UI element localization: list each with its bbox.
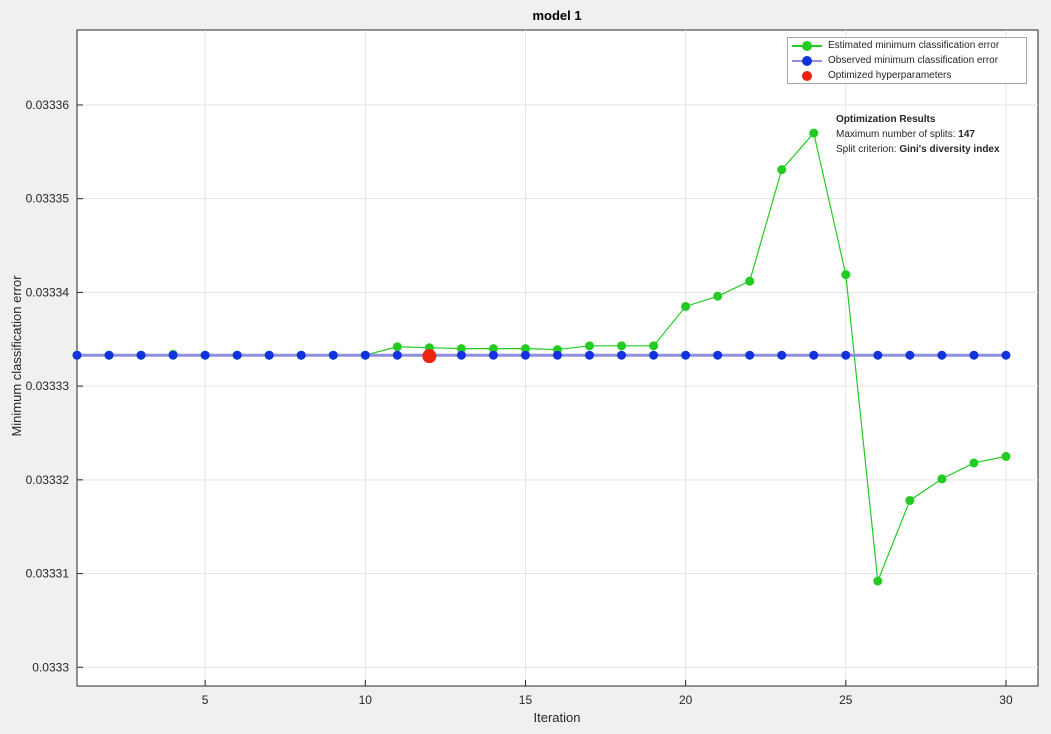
legend-item-optimized: Optimized hyperparameters bbox=[788, 69, 1026, 83]
observed-point bbox=[136, 350, 146, 360]
split-criterion-value: Gini's diversity index bbox=[899, 144, 1000, 155]
observed-point bbox=[841, 350, 851, 360]
estimated-point bbox=[1001, 451, 1011, 461]
observed-point bbox=[232, 350, 242, 360]
chart-title: model 1 bbox=[532, 8, 581, 23]
x-tick-label: 30 bbox=[999, 693, 1013, 707]
observed-point bbox=[809, 350, 819, 360]
observed-point bbox=[969, 350, 979, 360]
legend-marker-swatch bbox=[802, 71, 812, 81]
optimization-results-annotation: Optimization Results Maximum number of s… bbox=[836, 112, 1046, 157]
y-tick-label: 0.03331 bbox=[26, 567, 70, 581]
observed-point bbox=[777, 350, 787, 360]
observed-point bbox=[392, 350, 402, 360]
legend-item-estimated: Estimated minimum classification error bbox=[788, 39, 1026, 53]
x-tick-label: 5 bbox=[202, 693, 209, 707]
observed-point bbox=[456, 350, 466, 360]
x-tick-label: 25 bbox=[839, 693, 853, 707]
estimated-point bbox=[809, 128, 819, 138]
chart-svg: 5 10 15 20 25 30 0.0333 0.03331 0.03332 0.03333 0.… bbox=[9, 8, 1039, 725]
observed-point bbox=[905, 350, 915, 360]
x-axis-label: Iteration bbox=[534, 710, 581, 725]
split-criterion-label: Split criterion: bbox=[836, 144, 897, 155]
observed-point bbox=[72, 350, 82, 360]
observed-point bbox=[617, 350, 627, 360]
observed-point bbox=[360, 350, 370, 360]
results-heading: Optimization Results bbox=[836, 114, 936, 125]
legend-label: Observed minimum classification error bbox=[828, 55, 999, 66]
observed-point bbox=[328, 350, 338, 360]
observed-point bbox=[520, 350, 530, 360]
optimized-point bbox=[422, 349, 437, 364]
estimated-point bbox=[873, 576, 883, 586]
estimated-point bbox=[777, 165, 787, 175]
observed-point bbox=[488, 350, 498, 360]
observed-point bbox=[553, 350, 562, 360]
estimated-point bbox=[649, 341, 659, 351]
figure-window: 5 10 15 20 25 30 0.0333 0.03331 0.03332 0.03333 0.… bbox=[0, 0, 1051, 734]
legend-marker-swatch bbox=[802, 41, 812, 51]
legend: Estimated minimum classification error O… bbox=[787, 37, 1027, 84]
x-tick-label: 20 bbox=[679, 693, 693, 707]
y-tick-label: 0.03334 bbox=[26, 285, 70, 299]
estimated-point bbox=[585, 341, 595, 351]
estimated-point bbox=[681, 301, 691, 311]
legend-marker-swatch bbox=[802, 56, 812, 66]
results-max-splits: Maximum number of splits: 147 bbox=[836, 127, 1046, 142]
y-tick-label: 0.03333 bbox=[26, 379, 70, 393]
observed-point bbox=[649, 350, 659, 360]
max-splits-value: 147 bbox=[958, 129, 975, 140]
observed-point bbox=[745, 350, 755, 360]
y-tick-label: 0.0333 bbox=[32, 660, 69, 674]
observed-point bbox=[168, 350, 178, 360]
legend-label: Optimized hyperparameters bbox=[828, 70, 952, 81]
legend-item-observed: Observed minimum classification error bbox=[788, 54, 1026, 68]
estimated-point bbox=[713, 291, 723, 301]
y-tick-label: 0.03335 bbox=[26, 192, 70, 206]
estimated-point bbox=[905, 495, 915, 505]
results-split-criterion: Split criterion: Gini's diversity index bbox=[836, 142, 1046, 157]
estimated-point bbox=[969, 458, 979, 468]
x-tick-label: 10 bbox=[359, 693, 373, 707]
y-tick-label: 0.03332 bbox=[26, 473, 70, 487]
y-axis-label: Minimum classification error bbox=[9, 275, 24, 437]
estimated-point bbox=[841, 270, 851, 280]
observed-point bbox=[681, 350, 691, 360]
observed-point bbox=[873, 350, 883, 360]
estimated-point bbox=[745, 276, 755, 286]
observed-point bbox=[200, 350, 210, 360]
y-tick-label: 0.03336 bbox=[26, 98, 70, 112]
estimated-point bbox=[937, 474, 947, 484]
estimated-point bbox=[617, 341, 627, 351]
x-tick-label: 15 bbox=[519, 693, 533, 707]
observed-point bbox=[104, 350, 114, 360]
observed-point bbox=[264, 350, 274, 360]
max-splits-label: Maximum number of splits: bbox=[836, 129, 956, 140]
observed-point bbox=[1001, 350, 1011, 360]
observed-point bbox=[585, 350, 595, 360]
observed-point bbox=[296, 350, 306, 360]
legend-label: Estimated minimum classification error bbox=[828, 40, 1000, 51]
observed-point bbox=[937, 350, 947, 360]
estimated-point bbox=[392, 342, 402, 352]
observed-point bbox=[713, 350, 723, 360]
